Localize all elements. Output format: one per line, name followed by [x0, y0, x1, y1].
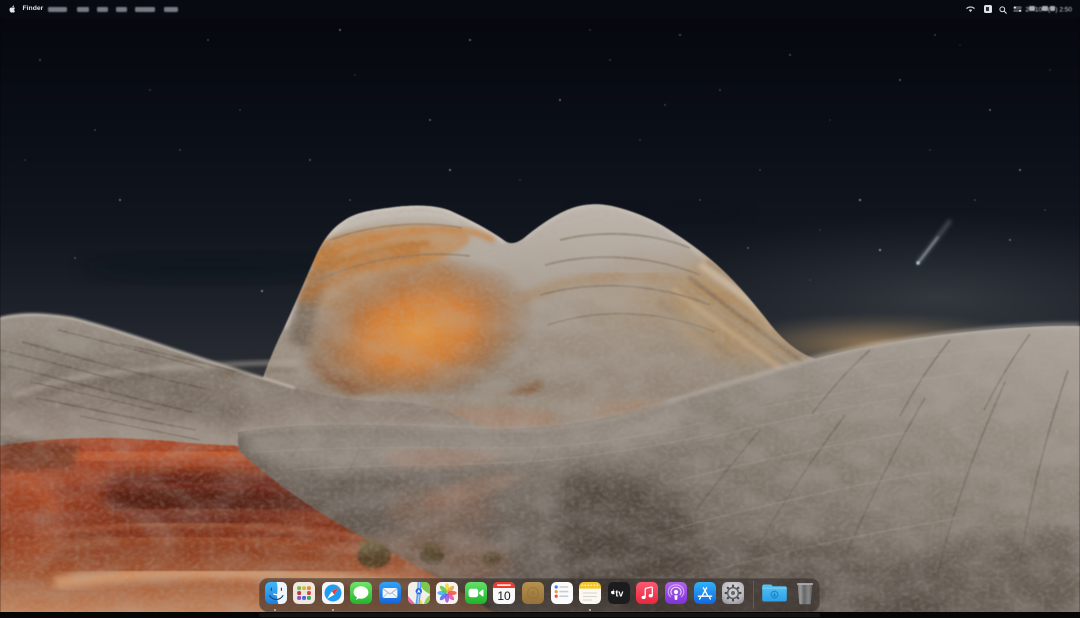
svg-text:10: 10: [498, 589, 512, 603]
svg-text:tv: tv: [615, 589, 623, 599]
